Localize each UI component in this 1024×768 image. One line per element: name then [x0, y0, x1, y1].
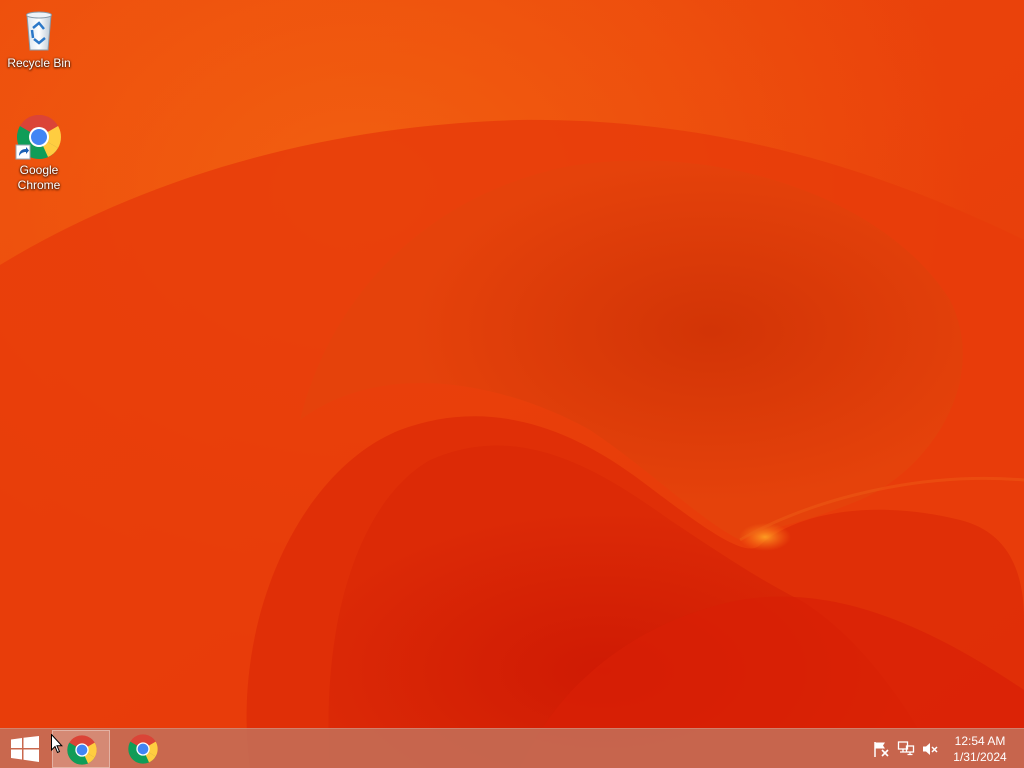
network-icon[interactable]	[897, 740, 915, 758]
action-center-flag-icon[interactable]	[872, 740, 890, 758]
chrome-icon	[128, 734, 158, 764]
desktop-icon-label: Recycle Bin	[7, 56, 71, 70]
desktop-icon-label: Google Chrome	[17, 163, 61, 192]
mouse-cursor-icon	[51, 734, 63, 754]
chrome-icon	[15, 115, 61, 160]
recycle-bin-icon	[26, 11, 52, 51]
desktop-icon-google-chrome[interactable]: Google Chrome	[3, 113, 75, 193]
taskbar-clock[interactable]: 12:54 AM 1/31/2024	[944, 733, 1016, 765]
shortcut-arrow-icon	[15, 144, 31, 160]
desktop[interactable]: Recycle Bin Google Chrome 12:54 AM 1/31/…	[0, 0, 1024, 768]
taskbar	[0, 728, 1024, 768]
taskbar-chrome-button[interactable]	[114, 730, 172, 768]
clock-date: 1/31/2024	[953, 750, 1007, 764]
volume-muted-icon[interactable]	[921, 740, 939, 758]
start-button[interactable]	[0, 730, 50, 768]
desktop-icon-recycle-bin[interactable]: Recycle Bin	[3, 6, 75, 71]
clock-time: 12:54 AM	[954, 734, 1006, 748]
windows-logo-icon	[11, 736, 39, 762]
desktop-wallpaper	[0, 0, 1024, 768]
chrome-icon	[67, 735, 97, 765]
